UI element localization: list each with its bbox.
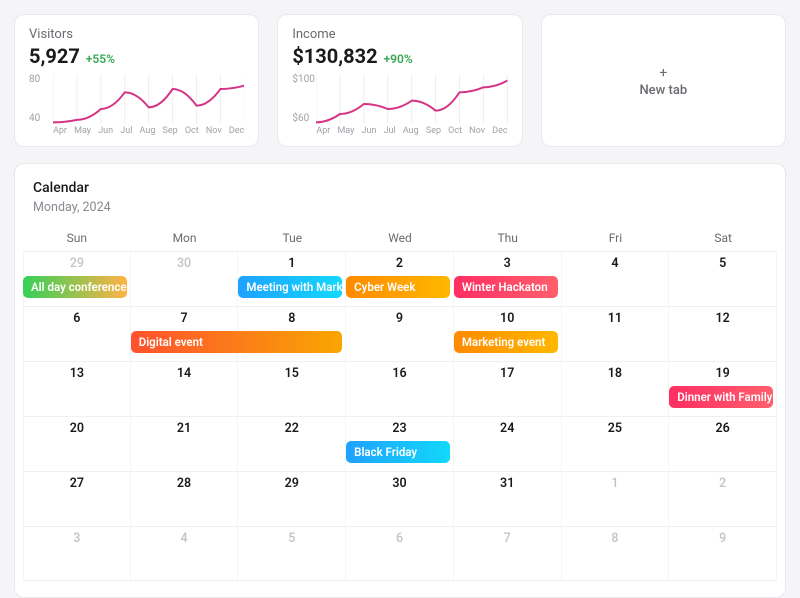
- income-delta: +90%: [384, 52, 413, 66]
- calendar-day[interactable]: 31: [454, 472, 562, 526]
- visitors-delta: +55%: [86, 52, 115, 66]
- calendar-card: Calendar Monday, 2024 SunMonTueWedThuFri…: [14, 163, 786, 598]
- calendar-day[interactable]: 9: [669, 527, 777, 580]
- plus-icon: +: [659, 65, 667, 81]
- calendar-day[interactable]: 7: [454, 527, 562, 580]
- visitors-x-axis: AprMayJunJulAugSepOctNovDec: [53, 126, 244, 136]
- calendar-dow: Fri: [562, 231, 670, 245]
- calendar-event[interactable]: Marketing event: [454, 331, 558, 353]
- calendar-day[interactable]: 8: [562, 527, 670, 580]
- calendar-day[interactable]: 30: [346, 472, 454, 526]
- income-x-axis: AprMayJunJulAugSepOctNovDec: [316, 126, 507, 136]
- calendar-day[interactable]: 27: [23, 472, 131, 526]
- calendar-day[interactable]: 12: [669, 307, 777, 361]
- calendar-day[interactable]: 26: [669, 417, 777, 471]
- calendar-title: Calendar: [23, 180, 777, 196]
- calendar-day[interactable]: 6: [23, 307, 131, 361]
- income-chart: $100 $60 AprMayJunJulAugSepOctNovDec: [292, 74, 507, 136]
- calendar-day[interactable]: 18: [562, 362, 670, 416]
- calendar-week: 3456789: [23, 526, 777, 581]
- calendar-day[interactable]: 17: [454, 362, 562, 416]
- calendar-subtitle: Monday, 2024: [23, 200, 777, 215]
- calendar-week: 13141516171819Dinner with Family: [23, 361, 777, 416]
- calendar-day[interactable]: 25: [562, 417, 670, 471]
- visitors-sparkline: [53, 74, 244, 124]
- calendar-day[interactable]: 6: [346, 527, 454, 580]
- calendar-event[interactable]: Meeting with Mark: [238, 276, 342, 298]
- calendar-day[interactable]: 5: [669, 252, 777, 306]
- calendar-day[interactable]: 4: [562, 252, 670, 306]
- calendar-day[interactable]: 1: [562, 472, 670, 526]
- calendar-week: 272829303112: [23, 471, 777, 526]
- calendar-event[interactable]: Digital event: [131, 331, 342, 353]
- calendar-event[interactable]: All day conference: [23, 276, 127, 298]
- calendar-day[interactable]: 22: [238, 417, 346, 471]
- calendar-dow: Tue: [238, 231, 346, 245]
- calendar-week: 20212223242526Black Friday: [23, 416, 777, 471]
- calendar-dow: Thu: [454, 231, 562, 245]
- visitors-value: 5,927: [29, 44, 80, 68]
- calendar-day[interactable]: 2: [669, 472, 777, 526]
- calendar-event[interactable]: Dinner with Family: [669, 386, 773, 408]
- calendar-day[interactable]: 24: [454, 417, 562, 471]
- visitors-card: Visitors 5,927 +55% 80 40 AprMayJunJulAu…: [14, 14, 259, 147]
- calendar-event[interactable]: Cyber Week: [346, 276, 450, 298]
- calendar-dow: Sun: [23, 231, 131, 245]
- income-card: Income $130,832 +90% $100 $60 AprMayJunJ…: [277, 14, 522, 147]
- new-tab-button[interactable]: + New tab: [541, 14, 786, 147]
- calendar-week: 6789101112Digital eventMarketing event: [23, 306, 777, 361]
- calendar-day[interactable]: 14: [131, 362, 239, 416]
- calendar-day[interactable]: 11: [562, 307, 670, 361]
- calendar-weeks: 293012345All day conferenceMeeting with …: [23, 251, 777, 581]
- visitors-title: Visitors: [29, 27, 244, 42]
- calendar-week: 293012345All day conferenceMeeting with …: [23, 251, 777, 306]
- calendar-dow-row: SunMonTueWedThuFriSat: [23, 225, 777, 251]
- visitors-chart: 80 40 AprMayJunJulAugSepOctNovDec: [29, 74, 244, 136]
- calendar-day[interactable]: 16: [346, 362, 454, 416]
- income-sparkline: [316, 74, 507, 124]
- income-title: Income: [292, 27, 507, 42]
- calendar-day[interactable]: 30: [131, 252, 239, 306]
- calendar-dow: Sat: [669, 231, 777, 245]
- calendar-day[interactable]: 20: [23, 417, 131, 471]
- calendar-event[interactable]: Black Friday: [346, 441, 450, 463]
- new-tab-label: New tab: [639, 83, 687, 98]
- calendar-dow: Wed: [346, 231, 454, 245]
- calendar-event[interactable]: Winter Hackaton: [454, 276, 558, 298]
- income-value: $130,832: [292, 44, 377, 68]
- calendar-dow: Mon: [131, 231, 239, 245]
- calendar-day[interactable]: 21: [131, 417, 239, 471]
- calendar-day[interactable]: 4: [131, 527, 239, 580]
- calendar-day[interactable]: 29: [238, 472, 346, 526]
- calendar-day[interactable]: 9: [346, 307, 454, 361]
- calendar-day[interactable]: 13: [23, 362, 131, 416]
- calendar-day[interactable]: 3: [23, 527, 131, 580]
- calendar-day[interactable]: 15: [238, 362, 346, 416]
- calendar-day[interactable]: 28: [131, 472, 239, 526]
- calendar-day[interactable]: 5: [238, 527, 346, 580]
